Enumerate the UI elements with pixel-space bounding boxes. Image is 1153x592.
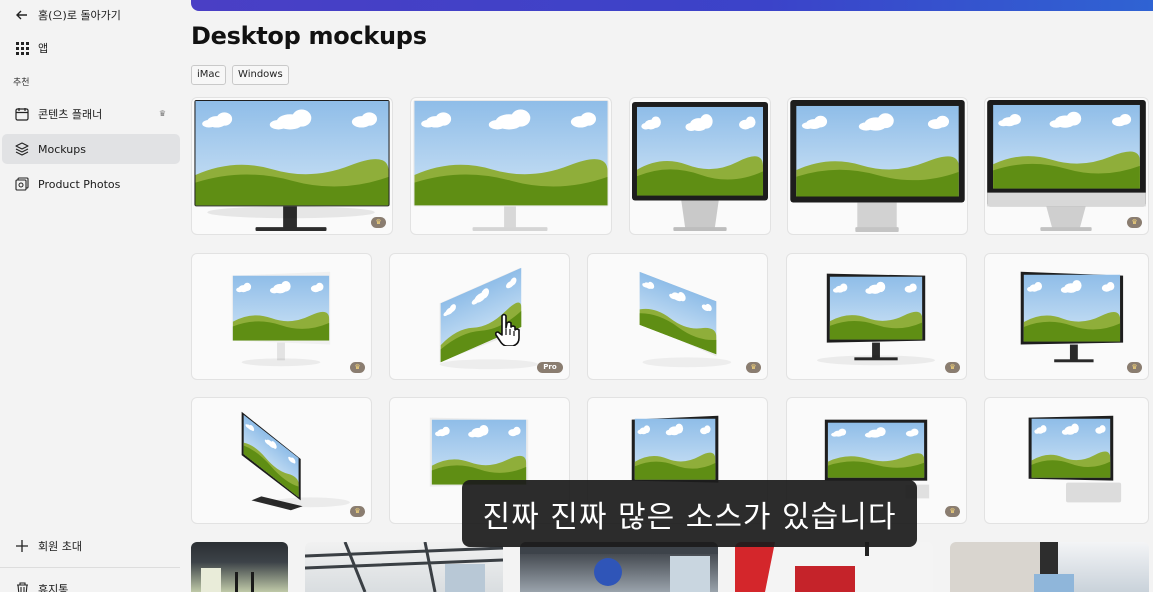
back-home-label: 홈(으)로 돌아가기 xyxy=(38,9,121,22)
invite-members-button[interactable]: 회원 초대 xyxy=(2,531,180,561)
top-banner xyxy=(191,0,1153,11)
hand-cursor-icon xyxy=(493,312,523,347)
photos-icon xyxy=(14,176,30,192)
grid-icon xyxy=(14,40,30,56)
sidebar-item-label: Mockups xyxy=(38,142,86,156)
plus-icon xyxy=(14,538,30,554)
filter-chips: iMac Windows xyxy=(191,65,289,85)
crown-badge-icon: ♛ xyxy=(945,362,960,373)
crown-badge-icon: ♛ xyxy=(371,217,386,228)
mockup-card[interactable]: ♛ xyxy=(587,253,768,380)
mockup-card[interactable]: Pro xyxy=(389,253,570,380)
apps-button[interactable]: 앱 xyxy=(2,33,180,63)
mockup-card[interactable] xyxy=(629,97,771,235)
mockup-card[interactable]: ♛ xyxy=(786,253,967,380)
calendar-icon xyxy=(14,106,30,122)
trash-label: 휴지통 xyxy=(38,583,69,592)
photo-thumbnail[interactable] xyxy=(520,542,718,592)
arrow-left-icon xyxy=(14,7,30,23)
crown-badge-icon: ♛ xyxy=(350,506,365,517)
layers-icon xyxy=(14,141,30,157)
invite-label: 회원 초대 xyxy=(38,540,82,553)
mockup-card[interactable] xyxy=(410,97,612,235)
photo-thumbnail[interactable] xyxy=(191,542,288,592)
mockup-card[interactable]: ♛ xyxy=(984,253,1149,380)
crown-badge-icon: ♛ xyxy=(1127,217,1142,228)
crown-icon: ♛ xyxy=(158,109,166,118)
section-label-recommended: 추천 xyxy=(13,78,30,88)
apps-label: 앱 xyxy=(38,42,49,55)
trash-icon xyxy=(14,581,30,592)
sidebar-item-label: 콘텐츠 플래너 xyxy=(38,108,103,121)
trash-button[interactable]: 휴지통 xyxy=(2,574,180,592)
sidebar-item-label: Product Photos xyxy=(38,177,121,191)
video-subtitle-caption: 진짜 진짜 많은 소스가 있습니다 xyxy=(462,480,917,547)
pro-badge: Pro xyxy=(537,362,563,373)
photo-thumbnail[interactable] xyxy=(950,542,1149,592)
mockup-card[interactable]: ♛ xyxy=(191,97,393,235)
crown-badge-icon: ♛ xyxy=(746,362,761,373)
mockup-card[interactable]: ♛ xyxy=(984,97,1149,235)
crown-badge-icon: ♛ xyxy=(1127,362,1142,373)
photo-thumbnail[interactable] xyxy=(305,542,503,592)
chip-windows[interactable]: Windows xyxy=(232,65,289,85)
photo-thumbnail[interactable] xyxy=(735,542,933,592)
mockup-card[interactable]: ♛ xyxy=(191,397,372,524)
sidebar-divider xyxy=(0,567,180,568)
sidebar-item-mockups[interactable]: Mockups xyxy=(2,134,180,164)
mockup-card[interactable] xyxy=(984,397,1149,524)
crown-badge-icon: ♛ xyxy=(945,506,960,517)
sidebar: 홈(으)로 돌아가기 앱 추천 콘텐츠 플래너 ♛ Mockups Produc… xyxy=(0,0,186,592)
sidebar-item-product-photos[interactable]: Product Photos xyxy=(2,169,180,199)
mockup-card[interactable] xyxy=(787,97,968,235)
page-title: Desktop mockups xyxy=(191,22,427,50)
chip-imac[interactable]: iMac xyxy=(191,65,227,85)
sidebar-item-content-planner[interactable]: 콘텐츠 플래너 ♛ xyxy=(2,99,180,129)
back-home-button[interactable]: 홈(으)로 돌아가기 xyxy=(2,0,180,30)
mockup-card[interactable]: ♛ xyxy=(191,253,372,380)
crown-badge-icon: ♛ xyxy=(350,362,365,373)
